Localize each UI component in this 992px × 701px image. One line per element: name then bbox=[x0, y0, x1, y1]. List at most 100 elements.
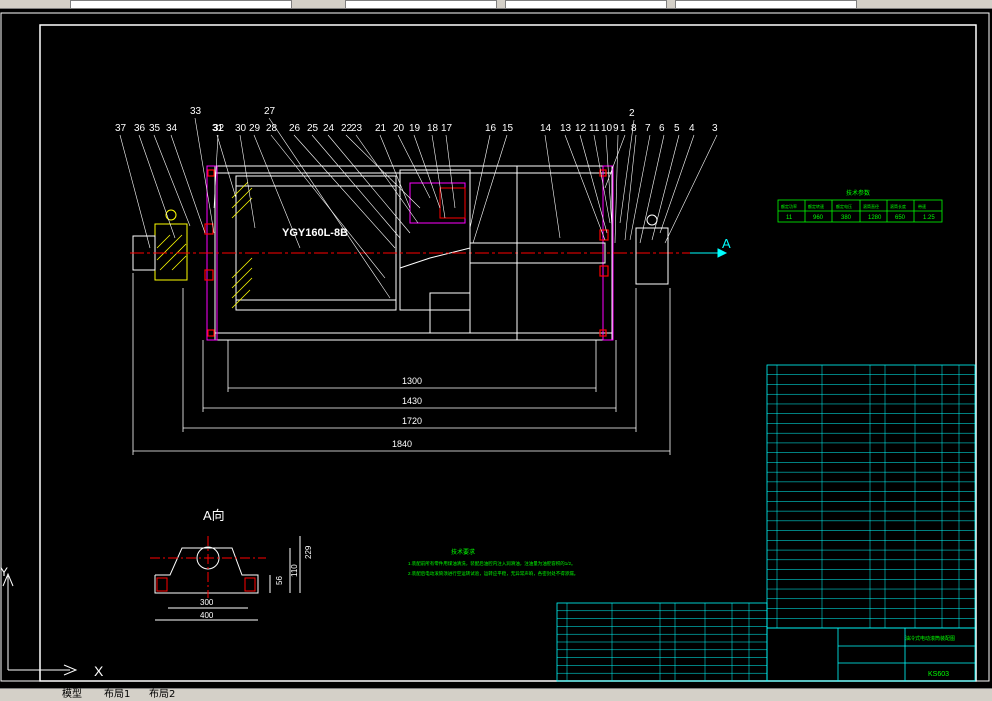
balloon-leader bbox=[593, 134, 611, 224]
dim-400: 400 bbox=[200, 611, 214, 620]
balloon-number: 11 bbox=[589, 123, 600, 134]
balloon-leader bbox=[268, 117, 391, 299]
balloon-number: 18 bbox=[427, 123, 439, 134]
balloon-number: 10 bbox=[601, 123, 613, 134]
drawing-canvas[interactable]: YGY160L-8B A 37 36 35 34333231 30 29 282726 25 2… bbox=[0, 8, 992, 688]
balloon-leader bbox=[119, 134, 151, 249]
balloon-leader bbox=[629, 134, 651, 241]
balloon-number: 9 bbox=[613, 123, 619, 134]
balloon-number: 19 bbox=[409, 123, 421, 134]
balloon-leader bbox=[651, 134, 680, 241]
params-value-cell: 380 bbox=[841, 215, 852, 221]
balloon-number: 14 bbox=[540, 123, 552, 134]
params-header-cell: 滚筒长度 bbox=[890, 203, 906, 209]
dim-229: 229 bbox=[304, 545, 313, 559]
layout-tabs: 模型 布局1 布局2 bbox=[0, 688, 992, 701]
params-table-title: 技术参数 bbox=[846, 189, 870, 197]
parts-list-bottom bbox=[556, 602, 768, 682]
balloon-leader bbox=[170, 134, 206, 234]
balloon-number: 37 bbox=[115, 123, 127, 134]
tab-model[interactable]: 模型 bbox=[58, 689, 86, 701]
params-value-cell: 11 bbox=[786, 215, 793, 221]
drawing-border bbox=[0, 12, 990, 682]
tech-req-title: 技术要求 bbox=[451, 548, 475, 556]
dim-56: 56 bbox=[275, 576, 284, 585]
params-table-cells: 额定功率 额定转速 额定电压 滚筒直径 滚筒长度 带速 11 960 380 1280 650 1.2… bbox=[781, 203, 935, 221]
parts-list-right bbox=[766, 364, 976, 629]
balloon-leader bbox=[327, 134, 411, 234]
balloon-number: 4 bbox=[689, 123, 695, 134]
balloon-number: 5 bbox=[674, 123, 680, 134]
dim-1430: 1430 bbox=[402, 396, 422, 406]
balloon-number: 2 bbox=[629, 108, 635, 119]
balloon-leader bbox=[413, 134, 441, 209]
balloon-leader bbox=[345, 134, 421, 209]
ucs-x-label: X bbox=[94, 663, 104, 679]
dimensions bbox=[132, 273, 671, 455]
params-value-cell: 960 bbox=[813, 215, 824, 221]
balloon-leader bbox=[355, 134, 419, 224]
balloon-number: 31 bbox=[212, 123, 224, 134]
balloon-number: 12 bbox=[575, 123, 587, 134]
balloon-leader bbox=[564, 134, 606, 241]
balloon-leader bbox=[544, 134, 561, 239]
balloon-number: 20 bbox=[393, 123, 405, 134]
balloon-number: 25 bbox=[307, 123, 319, 134]
balloon-leader bbox=[469, 134, 491, 229]
parts-table-frame bbox=[766, 364, 976, 629]
balloon-number: 29 bbox=[249, 123, 261, 134]
balloon-number: 27 bbox=[264, 106, 276, 117]
balloon-number: 15 bbox=[502, 123, 514, 134]
tab-layout-2[interactable]: 布局2 bbox=[145, 689, 179, 701]
balloon-number: 6 bbox=[659, 123, 665, 134]
params-value-cell: 1280 bbox=[868, 215, 882, 221]
balloon-number: 3 bbox=[712, 123, 718, 134]
motor-housing bbox=[235, 175, 397, 311]
balloon-labels: 37 36 35 34333231 30 29 282726 25 24 2223 21 20 19 18… bbox=[115, 106, 718, 299]
balloon-number: 30 bbox=[235, 123, 247, 134]
balloon-leader bbox=[239, 134, 256, 229]
balloon-number: 23 bbox=[351, 123, 363, 134]
tech-req-line-1: 1.装配前所有零件用煤油清洗，装配后油腔内注入润滑油，注油量为油腔容积的1/2。 bbox=[408, 560, 576, 567]
drawing-number: KS603 bbox=[928, 671, 949, 678]
params-header-cell: 带速 bbox=[918, 203, 926, 209]
balloon-leader bbox=[153, 134, 191, 227]
tab-layout-1[interactable]: 布局1 bbox=[100, 689, 134, 701]
balloon-number: 24 bbox=[323, 123, 335, 134]
right-bearing-housing bbox=[635, 227, 669, 285]
dim-110: 110 bbox=[290, 564, 299, 577]
dim-1300: 1300 bbox=[402, 376, 422, 386]
params-value-cell: 1.25 bbox=[923, 215, 935, 221]
left-bearing-housing bbox=[154, 223, 188, 281]
dim-1840: 1840 bbox=[392, 439, 412, 449]
balloon-number: 7 bbox=[645, 123, 651, 134]
balloon-number: 33 bbox=[190, 106, 202, 117]
balloon-leader bbox=[431, 134, 446, 219]
view-marker-a: A bbox=[722, 236, 731, 251]
balloon-leader bbox=[664, 134, 718, 244]
balloon-number: 1 bbox=[620, 123, 626, 134]
balloon-leader bbox=[138, 134, 176, 239]
balloon-leader bbox=[445, 134, 456, 209]
params-value-cell: 650 bbox=[895, 215, 906, 221]
dim-300: 300 bbox=[200, 598, 214, 607]
dim-1720: 1720 bbox=[402, 416, 422, 426]
params-header-cell: 额定转速 bbox=[808, 203, 824, 209]
ucs-y-label: Y bbox=[0, 565, 8, 579]
balloon-leader bbox=[624, 134, 637, 241]
balloon-number: 17 bbox=[441, 123, 453, 134]
tech-req-line-2: 2.装配后电动滚筒须进行空运转试验，运转应平稳，无异常声响，各密封处不得渗漏。 bbox=[408, 570, 578, 577]
balloon-number: 8 bbox=[631, 123, 637, 134]
balloon-number: 21 bbox=[375, 123, 387, 134]
balloon-leader bbox=[639, 134, 665, 244]
params-header-cell: 额定电压 bbox=[836, 203, 852, 209]
balloon-number: 16 bbox=[485, 123, 497, 134]
main-section-view bbox=[130, 165, 728, 341]
params-header-cell: 额定功率 bbox=[781, 203, 797, 209]
balloon-leader bbox=[614, 134, 619, 244]
params-header-cell: 滚筒直径 bbox=[863, 203, 879, 209]
section-title: A向 bbox=[203, 508, 225, 523]
balloon-number: 34 bbox=[166, 123, 178, 134]
balloon-number: 36 bbox=[134, 123, 146, 134]
balloon-leader bbox=[379, 134, 411, 209]
